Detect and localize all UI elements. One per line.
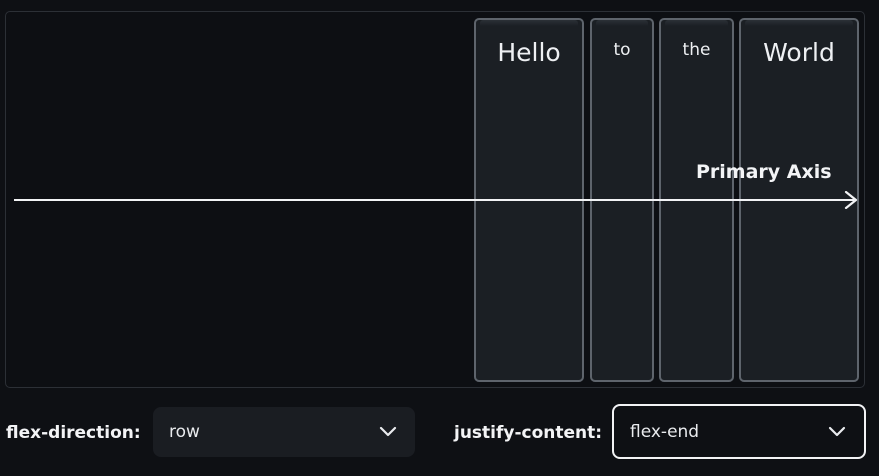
flex-item-label: the: [682, 40, 711, 60]
flex-direction-value: row: [169, 422, 200, 442]
justify-content-label: justify-content:: [454, 423, 603, 443]
flex-item-label: World: [763, 38, 835, 67]
justify-content-select[interactable]: flex-end: [612, 404, 866, 459]
flex-direction-label: flex-direction:: [6, 423, 141, 443]
justify-content-value: flex-end: [630, 421, 700, 442]
flex-item-label: to: [613, 40, 631, 60]
primary-axis-line: [14, 199, 854, 201]
flex-item-label: Hello: [497, 38, 561, 67]
chevron-down-icon: [828, 426, 846, 436]
primary-axis-label: Primary Axis: [696, 161, 832, 183]
arrow-right-icon: [844, 191, 858, 209]
flex-direction-select[interactable]: row: [153, 407, 415, 457]
chevron-down-icon: [379, 426, 397, 437]
flex-demo-container: Hello to the World Primary Axis: [5, 11, 865, 388]
